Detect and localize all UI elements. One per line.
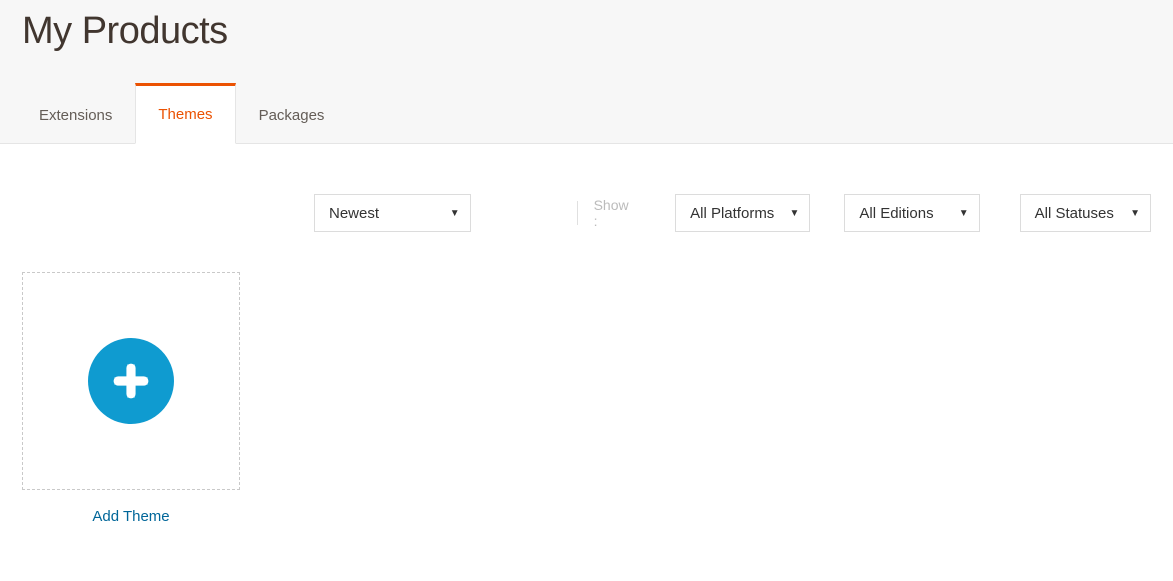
plus-circle-icon (88, 338, 174, 424)
tab-extensions[interactable]: Extensions (16, 84, 135, 144)
sort-value: Newest (329, 205, 379, 222)
caret-down-icon: ▼ (1130, 208, 1140, 219)
caret-down-icon: ▼ (450, 208, 460, 219)
edition-value: All Editions (859, 205, 933, 222)
status-value: All Statuses (1035, 205, 1114, 222)
status-select[interactable]: All Statuses ▼ (1020, 194, 1151, 232)
show-label: Show : (577, 201, 636, 225)
add-theme-card[interactable]: Add Theme (22, 272, 240, 525)
header-region: My Products Extensions Themes Packages (0, 0, 1173, 144)
tab-packages[interactable]: Packages (236, 84, 348, 144)
caret-down-icon: ▼ (789, 208, 799, 219)
tabs: Extensions Themes Packages (16, 83, 1151, 143)
themes-grid: Add Theme (0, 272, 1173, 555)
plus-icon (109, 359, 153, 403)
platform-value: All Platforms (690, 205, 774, 222)
add-theme-box (22, 272, 240, 490)
sort-select[interactable]: Newest ▼ (314, 194, 471, 232)
platform-select[interactable]: All Platforms ▼ (675, 194, 810, 232)
tab-themes[interactable]: Themes (135, 83, 235, 144)
caret-down-icon: ▼ (959, 208, 969, 219)
edition-select[interactable]: All Editions ▼ (844, 194, 979, 232)
add-theme-caption: Add Theme (92, 508, 169, 525)
filters-row: Newest ▼ Show : All Platforms ▼ All Edit… (0, 144, 1173, 272)
page-title: My Products (22, 6, 1151, 83)
